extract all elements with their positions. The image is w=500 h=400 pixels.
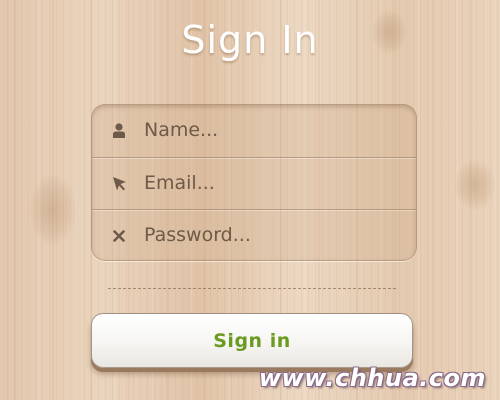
email-input[interactable] [144, 168, 404, 198]
user-icon [111, 123, 127, 139]
sign-in-form [91, 104, 417, 261]
dashed-divider [108, 288, 396, 289]
password-field-row [92, 209, 416, 260]
name-input[interactable] [144, 115, 404, 145]
name-field-row [92, 105, 416, 156]
wood-knot [455, 160, 495, 210]
watermark-text: www.chhua.com [258, 364, 486, 392]
x-icon [111, 228, 127, 244]
page-title: Sign In [181, 18, 319, 62]
wood-knot [30, 175, 76, 245]
password-input[interactable] [144, 220, 404, 250]
sign-in-button-label: Sign in [213, 329, 291, 352]
email-field-row [92, 157, 416, 209]
sign-in-button[interactable]: Sign in [91, 313, 413, 368]
cursor-arrow-icon [111, 176, 127, 192]
